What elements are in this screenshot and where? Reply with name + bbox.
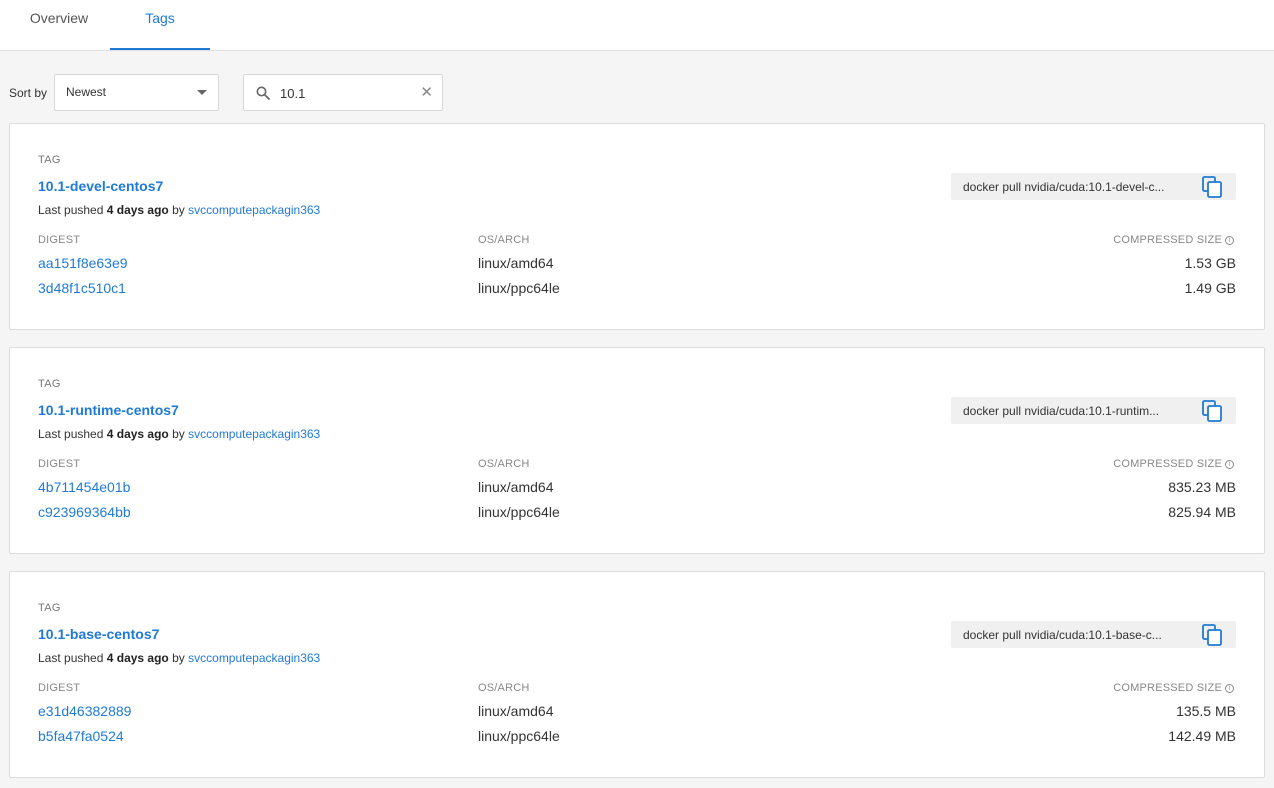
compressed-size: 825.94 MB: [1168, 504, 1236, 520]
copy-icon[interactable]: [1202, 624, 1223, 646]
pushed-by: by: [172, 651, 185, 665]
sort-select-value: Newest: [66, 85, 107, 99]
osarch-header: OS/ARCH: [478, 234, 530, 246]
image-row: b5fa47fa0524 linux/ppc64le 142.49 MB: [10, 728, 1266, 748]
compressed-size: 1.49 GB: [1184, 280, 1236, 296]
pushed-prefix: Last pushed: [38, 651, 104, 665]
tab-bar: Overview Tags: [0, 0, 1274, 51]
copy-icon[interactable]: [1202, 176, 1223, 198]
os-arch: linux/ppc64le: [478, 280, 560, 296]
tag-card: TAG 10.1-devel-centos7 Last pushed 4 day…: [9, 123, 1265, 330]
close-icon[interactable]: ✕: [420, 85, 433, 100]
tag-label: TAG: [38, 602, 61, 614]
digest-link[interactable]: c923969364bb: [38, 504, 131, 520]
compressed-size: 135.5 MB: [1176, 703, 1236, 719]
pull-command-text: docker pull nvidia/cuda:10.1-runtim...: [963, 404, 1160, 418]
tab-tags[interactable]: Tags: [110, 0, 210, 50]
size-header: COMPRESSED SIZE i: [1113, 682, 1234, 694]
pull-command: docker pull nvidia/cuda:10.1-devel-c...: [951, 173, 1236, 200]
size-header-label: COMPRESSED SIZE: [1113, 682, 1222, 694]
os-arch: linux/amd64: [478, 479, 554, 495]
tag-label: TAG: [38, 378, 61, 390]
digest-header: DIGEST: [38, 682, 81, 694]
tag-label: TAG: [38, 154, 61, 166]
tag-name-link[interactable]: 10.1-runtime-centos7: [38, 402, 179, 418]
image-row: 3d48f1c510c1 linux/ppc64le 1.49 GB: [10, 280, 1266, 300]
search-box: ✕: [243, 74, 443, 111]
last-pushed: Last pushed 4 days ago by svccomputepack…: [38, 651, 320, 665]
pull-command-text: docker pull nvidia/cuda:10.1-devel-c...: [963, 180, 1165, 194]
pull-command: docker pull nvidia/cuda:10.1-runtim...: [951, 397, 1236, 424]
pull-command: docker pull nvidia/cuda:10.1-base-c...: [951, 621, 1236, 648]
digest-link[interactable]: 4b711454e01b: [38, 479, 130, 495]
info-icon[interactable]: i: [1225, 684, 1234, 693]
tag-card: TAG 10.1-base-centos7 Last pushed 4 days…: [9, 571, 1265, 778]
pushed-user-link[interactable]: svccomputepackagin363: [188, 651, 320, 665]
size-header: COMPRESSED SIZE i: [1113, 458, 1234, 470]
chevron-down-icon: [197, 90, 207, 95]
size-header-label: COMPRESSED SIZE: [1113, 234, 1222, 246]
pushed-ago: 4 days ago: [106, 427, 169, 441]
pushed-by: by: [172, 427, 185, 441]
compressed-size: 835.23 MB: [1168, 479, 1236, 495]
image-row: 4b711454e01b linux/amd64 835.23 MB: [10, 479, 1266, 499]
pushed-prefix: Last pushed: [38, 427, 104, 441]
pull-command-text: docker pull nvidia/cuda:10.1-base-c...: [963, 628, 1162, 642]
tag-name-link[interactable]: 10.1-base-centos7: [38, 626, 159, 642]
os-arch: linux/amd64: [478, 703, 554, 719]
image-row: aa151f8e63e9 linux/amd64 1.53 GB: [10, 255, 1266, 275]
image-row: e31d46382889 linux/amd64 135.5 MB: [10, 703, 1266, 723]
digest-link[interactable]: e31d46382889: [38, 703, 131, 719]
digest-link[interactable]: aa151f8e63e9: [38, 255, 128, 271]
copy-icon[interactable]: [1202, 400, 1223, 422]
pushed-user-link[interactable]: svccomputepackagin363: [188, 203, 320, 217]
search-input[interactable]: [280, 83, 410, 103]
compressed-size: 142.49 MB: [1168, 728, 1236, 744]
os-arch: linux/amd64: [478, 255, 554, 271]
osarch-header: OS/ARCH: [478, 458, 530, 470]
last-pushed: Last pushed 4 days ago by svccomputepack…: [38, 427, 320, 441]
pushed-ago: 4 days ago: [106, 203, 169, 217]
search-icon: [256, 86, 270, 100]
pushed-prefix: Last pushed: [38, 203, 104, 217]
sort-select[interactable]: Newest: [54, 74, 219, 111]
digest-link[interactable]: b5fa47fa0524: [38, 728, 124, 744]
pushed-ago: 4 days ago: [106, 651, 169, 665]
pushed-user-link[interactable]: svccomputepackagin363: [188, 427, 320, 441]
digest-header: DIGEST: [38, 234, 81, 246]
osarch-header: OS/ARCH: [478, 682, 530, 694]
os-arch: linux/ppc64le: [478, 728, 560, 744]
info-icon[interactable]: i: [1225, 460, 1234, 469]
size-header: COMPRESSED SIZE i: [1113, 234, 1234, 246]
size-header-label: COMPRESSED SIZE: [1113, 458, 1222, 470]
digest-link[interactable]: 3d48f1c510c1: [38, 280, 126, 296]
os-arch: linux/ppc64le: [478, 504, 560, 520]
digest-header: DIGEST: [38, 458, 81, 470]
info-icon[interactable]: i: [1225, 236, 1234, 245]
tab-overview[interactable]: Overview: [0, 0, 118, 50]
image-row: c923969364bb linux/ppc64le 825.94 MB: [10, 504, 1266, 524]
tag-name-link[interactable]: 10.1-devel-centos7: [38, 178, 163, 194]
tag-card: TAG 10.1-runtime-centos7 Last pushed 4 d…: [9, 347, 1265, 554]
pushed-by: by: [172, 203, 185, 217]
last-pushed: Last pushed 4 days ago by svccomputepack…: [38, 203, 320, 217]
compressed-size: 1.53 GB: [1184, 255, 1236, 271]
sort-label: Sort by: [9, 86, 48, 100]
